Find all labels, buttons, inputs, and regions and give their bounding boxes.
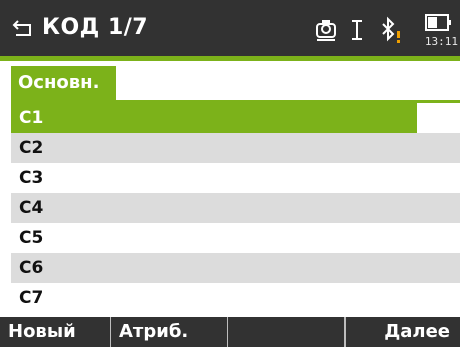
list-item[interactable]: C2 [11, 133, 460, 163]
list-item[interactable]: C7 [11, 283, 460, 313]
list-item-label: C6 [19, 258, 44, 278]
return-arrow-icon[interactable] [12, 18, 34, 38]
list-item[interactable]: C1 [11, 103, 460, 133]
softkey-new-button[interactable]: Новый [0, 317, 111, 347]
target-prism-icon [316, 20, 336, 41]
list-item-label: C5 [19, 228, 44, 248]
tab-osnovn[interactable]: Основн. [11, 66, 116, 100]
list-item-label: C2 [19, 138, 44, 158]
accent-strip [0, 56, 460, 61]
list-item[interactable]: C4 [11, 193, 460, 223]
list-item-label: C3 [19, 168, 44, 188]
softkey-attrib-button[interactable]: Атриб. [111, 317, 228, 347]
softkey-bar: Новый Атриб. Далее [0, 317, 460, 347]
list-item-label: C4 [19, 198, 44, 218]
cursor-ibeam-icon [352, 20, 362, 40]
list-item[interactable]: C5 [11, 223, 460, 253]
softkey-f3-button[interactable] [228, 317, 345, 347]
list-item-label: C1 [19, 108, 44, 128]
list-item[interactable]: C3 [11, 163, 460, 193]
status-icons: 13:11 [310, 0, 460, 56]
code-list: C1 C2 C3 C4 C5 C6 C7 [11, 103, 460, 313]
page-title: КОД 1/7 [42, 15, 149, 40]
softkey-next-button[interactable]: Далее [346, 317, 460, 347]
selection-highlight [11, 103, 417, 133]
clock: 13:11 [424, 35, 458, 48]
list-item[interactable]: C6 [11, 253, 460, 283]
list-item-label: C7 [19, 288, 44, 308]
title-bar: КОД 1/7 13:11 [0, 0, 460, 56]
battery-icon [425, 14, 451, 31]
bluetooth-warning-icon [382, 16, 400, 43]
